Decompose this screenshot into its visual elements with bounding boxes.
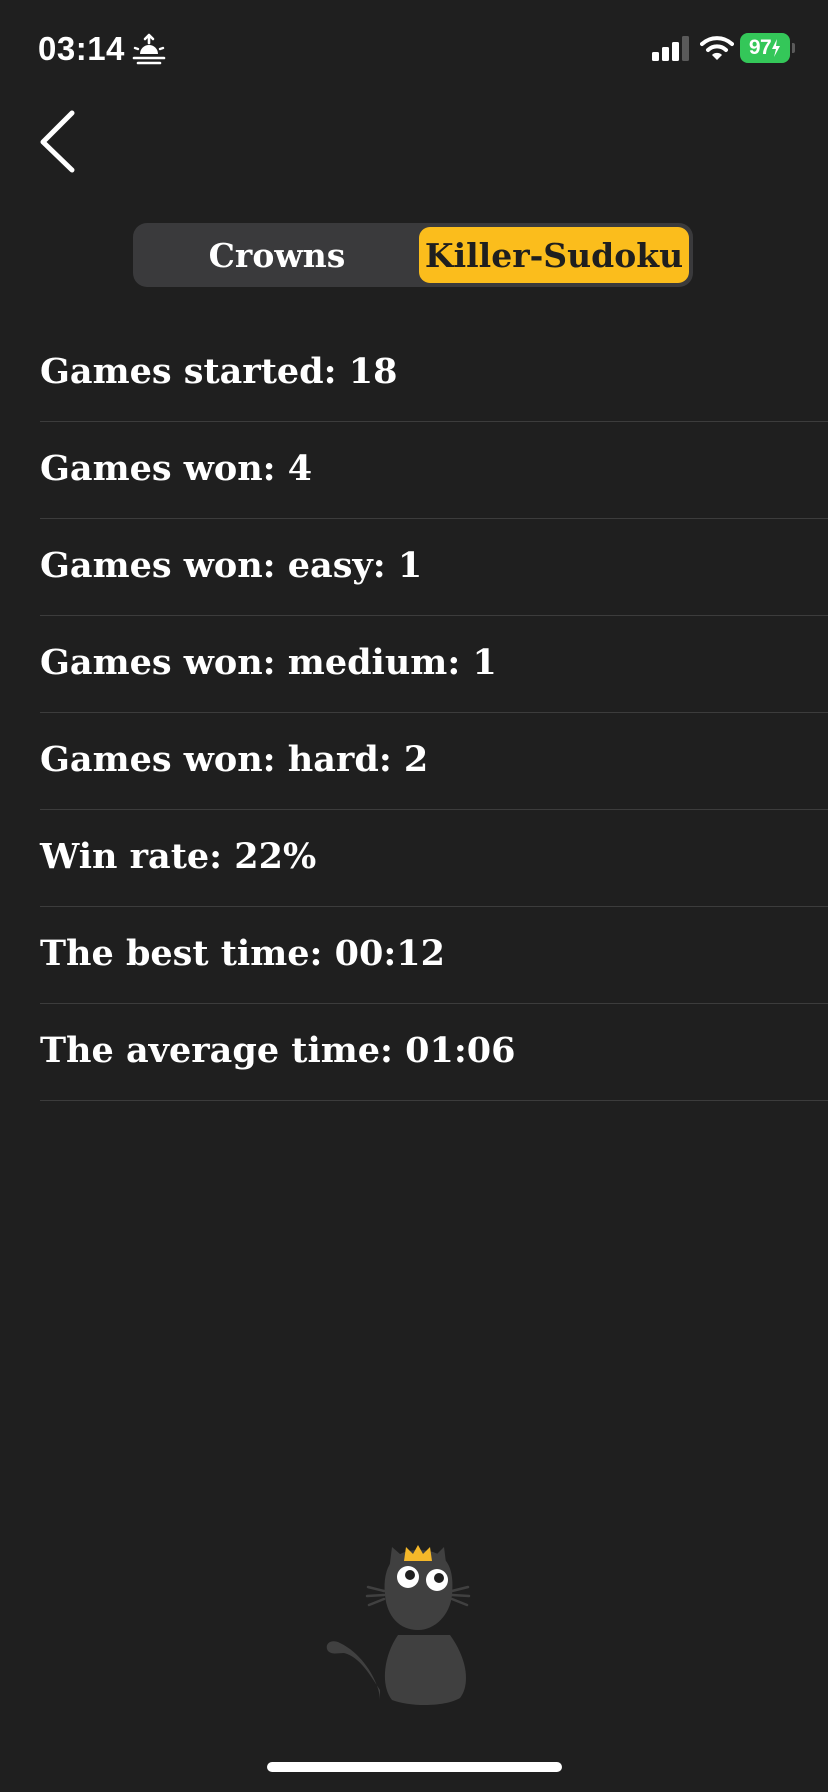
stats-list: Games started: 18 Games won: 4 Games won… — [40, 325, 828, 1101]
tab-crowns[interactable]: Crowns — [137, 227, 417, 283]
stat-best-time: The best time: 00:12 — [40, 907, 828, 1004]
game-type-segmented-control: Crowns Killer-Sudoku — [133, 223, 693, 287]
battery-charging-icon: 97 — [740, 33, 790, 63]
stat-games-won: Games won: 4 — [40, 422, 828, 519]
battery-tip — [792, 43, 795, 53]
stat-games-started: Games started: 18 — [40, 325, 828, 422]
stat-games-won-hard: Games won: hard: 2 — [40, 713, 828, 810]
status-bar: 03:14 97 — [0, 0, 828, 100]
chevron-left-icon — [40, 110, 75, 173]
battery-level: 97 — [748, 36, 772, 59]
stat-average-time: The average time: 01:06 — [40, 1004, 828, 1101]
tab-killer-sudoku[interactable]: Killer-Sudoku — [419, 227, 689, 283]
wifi-icon — [700, 36, 734, 60]
back-button[interactable] — [30, 100, 90, 180]
home-indicator[interactable] — [267, 1762, 562, 1772]
sunrise-icon — [132, 33, 166, 65]
charging-bolt-icon — [772, 39, 781, 57]
cellular-signal-icon — [652, 36, 689, 61]
stat-games-won-medium: Games won: medium: 1 — [40, 616, 828, 713]
status-time: 03:14 — [38, 30, 125, 67]
cat-with-crown-icon — [326, 1545, 471, 1706]
stat-games-won-easy: Games won: easy: 1 — [40, 519, 828, 616]
stat-win-rate: Win rate: 22% — [40, 810, 828, 907]
